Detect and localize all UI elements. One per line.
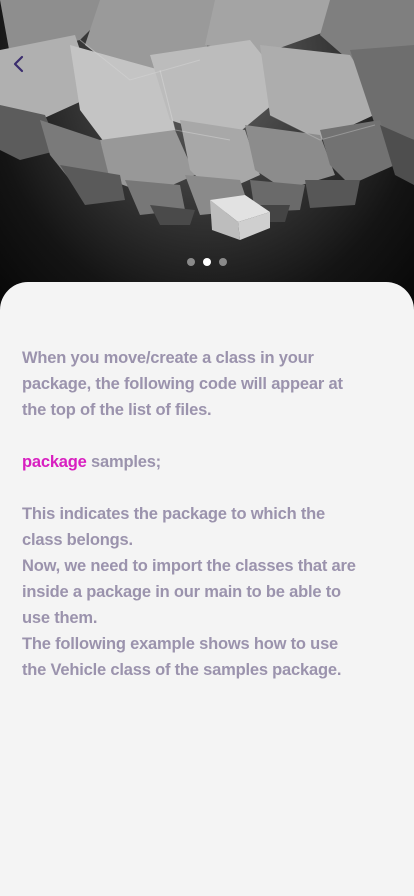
screen: When you move/create a class in your pac… [0, 0, 414, 896]
page-indicator [0, 258, 414, 266]
hero-image [0, 0, 414, 300]
chevron-left-icon [13, 55, 24, 73]
paragraph-import: Now, we need to import the classes that … [22, 557, 356, 627]
lesson-text: When you move/create a class in your pac… [22, 345, 362, 683]
code-rest: samples; [86, 453, 161, 471]
paragraph-explanation: This indicates the package to which the … [22, 505, 326, 549]
paragraph-example: The following example shows how to use t… [22, 635, 342, 679]
back-button[interactable] [12, 54, 38, 82]
page-dot-active[interactable] [203, 258, 211, 266]
page-dot[interactable] [219, 258, 227, 266]
code-keyword: package [22, 453, 87, 471]
page-dot[interactable] [187, 258, 195, 266]
polygon-sculpture-illustration [0, 0, 414, 240]
content-card: When you move/create a class in your pac… [0, 282, 414, 896]
code-line: package samples; [22, 449, 362, 475]
paragraph-intro: When you move/create a class in your pac… [22, 349, 343, 419]
